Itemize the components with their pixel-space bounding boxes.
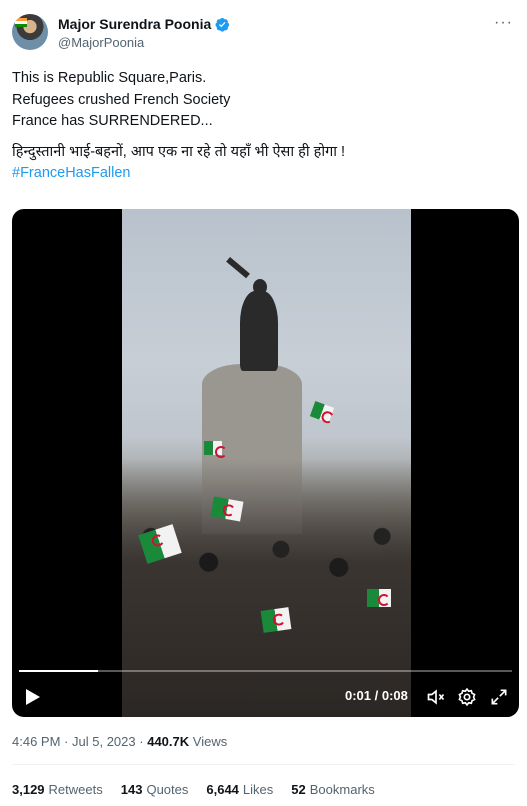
- quotes-label: Quotes: [146, 782, 189, 797]
- tweet-line: This is Republic Square,Paris.: [12, 70, 207, 86]
- flag-icon: [15, 18, 27, 27]
- display-name[interactable]: Major Surendra Poonia: [58, 16, 211, 32]
- meta-separator: ·: [139, 734, 144, 749]
- retweets-stat[interactable]: 3,129 Retweets: [12, 782, 103, 797]
- more-options-icon[interactable]: ···: [494, 15, 513, 31]
- statue: [240, 291, 278, 371]
- likes-count: 6,644: [206, 782, 239, 797]
- tweet-hindi-line: हिन्दुस्तानी भाई-बहनों, आप एक ना रहे तो …: [12, 143, 346, 160]
- tweet-stats: 3,129 Retweets 143 Quotes 6,644 Likes 52…: [12, 782, 375, 797]
- retweets-label: Retweets: [48, 782, 103, 797]
- bookmarks-label: Bookmarks: [309, 782, 375, 797]
- bookmarks-count: 52: [291, 782, 306, 797]
- likes-stat[interactable]: 6,644 Likes: [206, 782, 273, 797]
- video-time: 0:01 / 0:08: [345, 688, 408, 703]
- tweet-date[interactable]: Jul 5, 2023: [72, 734, 136, 749]
- statue-arm: [226, 256, 250, 279]
- quotes-stat[interactable]: 143 Quotes: [121, 782, 189, 797]
- meta-separator: ·: [64, 734, 69, 749]
- tweet-line: Refugees crushed French Society: [12, 91, 231, 108]
- video-progress-bar[interactable]: [19, 670, 512, 672]
- verified-badge-icon: [215, 17, 230, 32]
- views-count: 440.7K: [147, 734, 190, 749]
- tweet-line: France has SURRENDERED...: [12, 113, 213, 130]
- tweet-time[interactable]: 4:46 PM: [12, 734, 60, 749]
- video-frame: [122, 209, 411, 717]
- video-player[interactable]: 0:01 / 0:08: [12, 209, 519, 717]
- flag-graphic: [204, 441, 227, 458]
- likes-label: Likes: [242, 782, 274, 797]
- tweet-text: This is Republic Square,Paris. Refugees …: [12, 68, 512, 185]
- name-row: Major Surendra Poonia: [58, 16, 230, 32]
- flag-graphic: [367, 589, 391, 607]
- mute-icon[interactable]: [426, 687, 446, 707]
- divider: [12, 764, 515, 765]
- play-icon[interactable]: [25, 688, 41, 706]
- views-label: Views: [192, 734, 228, 749]
- bookmarks-stat[interactable]: 52 Bookmarks: [291, 782, 375, 797]
- user-handle[interactable]: @MajorPoonia: [58, 35, 144, 50]
- tweet-meta: 4:46 PM · Jul 5, 2023 · 440.7K Views: [12, 734, 227, 749]
- flag-graphic: [309, 401, 335, 423]
- tweet-header: Major Surendra Poonia @MajorPoonia ···: [12, 14, 515, 54]
- flag-graphic: [260, 607, 292, 633]
- retweets-count: 3,129: [12, 782, 45, 797]
- avatar[interactable]: [12, 14, 48, 50]
- crowd: [122, 459, 411, 717]
- hashtag-link[interactable]: #FranceHasFallen: [12, 163, 512, 185]
- settings-icon[interactable]: [457, 687, 477, 707]
- video-progress-fill: [19, 670, 98, 672]
- fullscreen-icon[interactable]: [489, 687, 509, 707]
- quotes-count: 143: [120, 782, 143, 797]
